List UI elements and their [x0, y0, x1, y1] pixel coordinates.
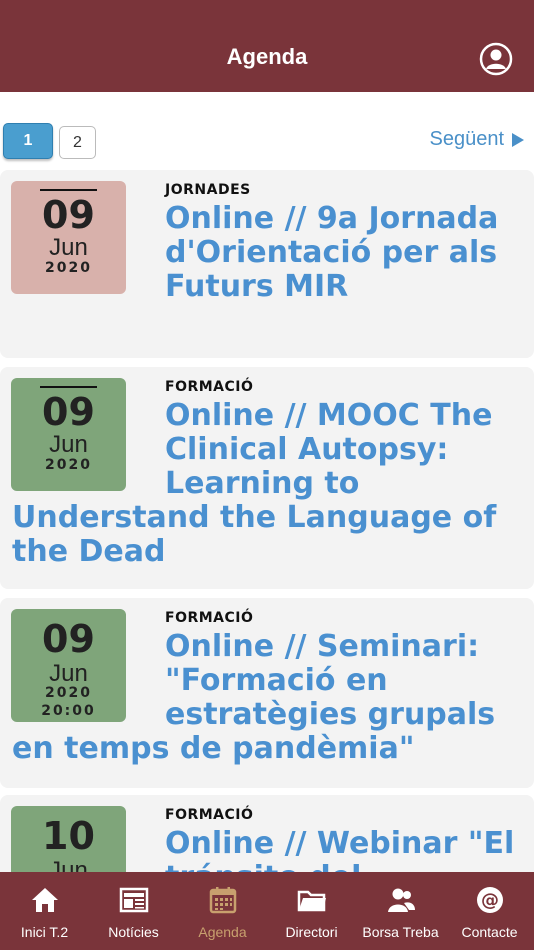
calendar-icon	[209, 887, 237, 914]
tab-label: Borsa Treba	[362, 924, 439, 940]
event-title-container: Online // Webinar "El tránsito del	[12, 826, 520, 873]
page-title: Agenda	[226, 44, 308, 69]
tab-label: Directori	[285, 924, 338, 940]
tab-agenda[interactable]: Agenda	[178, 872, 267, 950]
event-category: FORMACIÓ	[165, 379, 254, 395]
event-title-container: Online // 9a Jornada d'Orientació per al…	[12, 202, 520, 304]
next-page-label: Següent	[429, 128, 504, 150]
event-card[interactable]: 09 Jun 2020 20:00 FORMACIÓ Online // Sem…	[0, 598, 534, 788]
event-category: JORNADES	[165, 182, 251, 198]
tab-label: Agenda	[198, 924, 247, 940]
home-icon	[32, 888, 58, 912]
play-arrow-icon	[512, 132, 524, 147]
next-page-link[interactable]: Següent	[429, 128, 524, 151]
at-icon: @	[477, 887, 503, 913]
newspaper-icon	[119, 887, 149, 913]
people-icon	[388, 888, 415, 912]
event-title-container: Online // MOOC The Clinical Autopsy: Lea…	[12, 399, 520, 569]
event-card[interactable]: 09 Jun 2020 FORMACIÓ Online // MOOC The …	[0, 367, 534, 589]
tab-contacte[interactable]: @ Contacte	[445, 872, 534, 950]
event-title-container: Online // Seminari: "Formació en estratè…	[12, 630, 520, 766]
user-circle-icon[interactable]	[479, 42, 513, 76]
tab-noticies[interactable]: Notícies	[89, 872, 178, 950]
event-title[interactable]: Online // 9a Jornada d'Orientació per al…	[165, 201, 498, 304]
tab-borsa-treball[interactable]: Borsa Treba	[356, 872, 445, 950]
event-category: FORMACIÓ	[165, 610, 254, 626]
page-button-2[interactable]: 2	[59, 126, 96, 159]
tab-label: Inici T.2	[20, 924, 69, 940]
bottom-tab-bar: Inici T.2 Notícies Agenda Directori Bors…	[0, 872, 534, 950]
event-card[interactable]: 09 Jun 2020 JORNADES Online // 9a Jornad…	[0, 170, 534, 358]
app-header: Agenda	[0, 0, 534, 92]
tab-inici[interactable]: Inici T.2	[0, 872, 89, 950]
svg-text:@: @	[481, 890, 499, 911]
event-title[interactable]: Online // Webinar "El tránsito del	[165, 826, 514, 873]
event-card[interactable]: 10 Jun FORMACIÓ Online // Webinar "El tr…	[0, 795, 534, 872]
tab-label: Contacte	[461, 924, 518, 940]
date-divider	[40, 189, 97, 191]
page-button-1[interactable]: 1	[3, 123, 53, 159]
tab-directori[interactable]: Directori	[267, 872, 356, 950]
event-category: FORMACIÓ	[165, 807, 254, 823]
tab-label: Notícies	[108, 924, 159, 940]
date-divider	[40, 386, 97, 388]
event-list: 09 Jun 2020 JORNADES Online // 9a Jornad…	[0, 170, 534, 872]
folder-icon	[297, 890, 326, 912]
